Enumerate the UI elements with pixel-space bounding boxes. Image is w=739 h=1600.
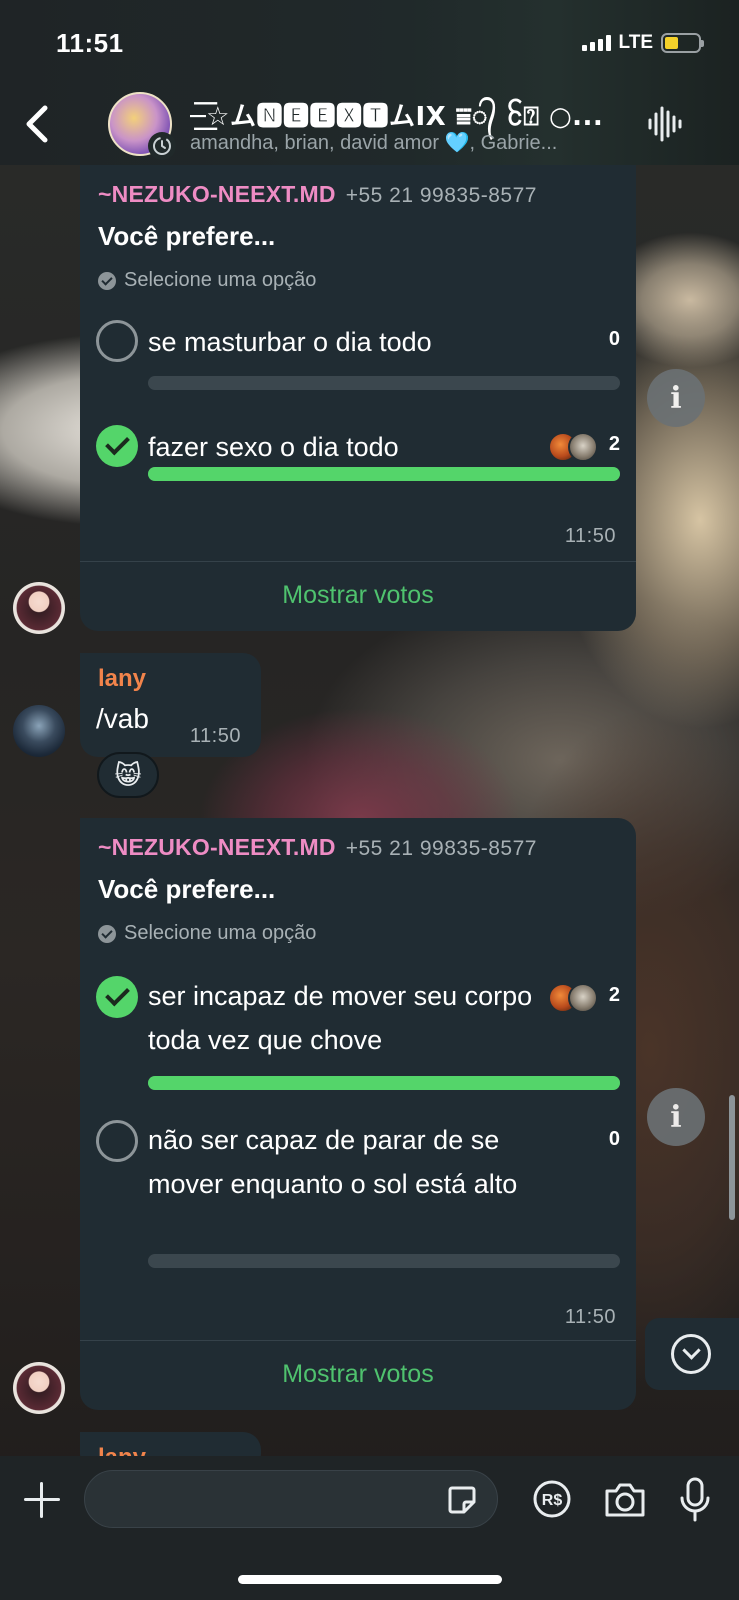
text-message: lany /vab 11:50: [80, 653, 261, 757]
sticker-icon[interactable]: [446, 1484, 478, 1516]
scroll-to-bottom-button[interactable]: [645, 1318, 739, 1390]
status-indicators: LTE: [581, 32, 704, 54]
group-avatar[interactable]: [108, 92, 176, 160]
info-icon: i: [670, 1099, 682, 1135]
poll-question: Você prefere...: [98, 221, 276, 251]
poll-option-count: 0: [608, 328, 620, 350]
sender-avatar[interactable]: [13, 705, 65, 757]
poll-sender-line: ~NEZUKO-NEEXT.MD +55 21 99835-8577: [98, 181, 537, 208]
poll-hint: Selecione uma opção: [98, 269, 316, 292]
poll-question: Você prefere...: [98, 874, 276, 904]
battery-icon: [661, 33, 704, 53]
show-votes-button[interactable]: Mostrar votos: [80, 1360, 636, 1389]
poll-voters: [548, 983, 598, 1013]
network-label: LTE: [618, 32, 653, 53]
voter-avatar: [568, 983, 598, 1013]
poll-option[interactable]: ser incapaz de mover seu corpo toda vez …: [96, 976, 620, 1090]
home-indicator: [238, 1575, 502, 1584]
poll-sender[interactable]: ~NEZUKO-NEEXT.MD: [98, 181, 336, 207]
poll-option-text: se masturbar o dia todo: [148, 327, 432, 357]
poll-sender-line: ~NEZUKO-NEEXT.MD +55 21 99835-8577: [98, 834, 537, 861]
radio-button[interactable]: [96, 320, 138, 362]
status-time: 11:51: [56, 28, 124, 58]
message-input[interactable]: [84, 1470, 498, 1528]
poll-hint-text: Selecione uma opção: [124, 922, 317, 944]
poll-message: ~NEZUKO-NEEXT.MD +55 21 99835-8577 Você p…: [80, 818, 636, 1410]
voice-chat-button[interactable]: [647, 104, 683, 144]
pix-payment-icon[interactable]: R$: [532, 1479, 572, 1519]
poll-option-text: ser incapaz de mover seu corpo toda vez …: [148, 981, 533, 1055]
sender-avatar[interactable]: [13, 582, 65, 634]
voice-waveform-icon: [648, 106, 682, 142]
check-circle-icon[interactable]: [96, 976, 138, 1018]
poll-sender-phone: +55 21 99835-8577: [345, 184, 537, 207]
chat-header: 11:51 LTE ─͟͞☆ム🅽🅴🅴🆇🆃ムIX ⩸᭄ ᩰ⍰ ○... amand…: [0, 0, 739, 165]
poll-option[interactable]: não ser capaz de parar de se mover enqua…: [96, 1120, 620, 1268]
info-button[interactable]: i: [647, 1088, 705, 1146]
poll-option-count: 0: [608, 1128, 620, 1150]
signal-icon: [581, 35, 611, 51]
divider: [80, 561, 636, 562]
info-button[interactable]: i: [647, 369, 705, 427]
message-reaction[interactable]: 😸: [97, 752, 159, 798]
poll-option-text: fazer sexo o dia todo: [148, 432, 399, 462]
poll-option-text: não ser capaz de parar de se mover enqua…: [148, 1125, 518, 1199]
show-votes-button[interactable]: Mostrar votos: [80, 581, 636, 610]
info-icon: i: [670, 380, 682, 416]
message-sender[interactable]: lany: [98, 665, 146, 693]
message-time: 11:50: [189, 725, 241, 747]
poll-sender[interactable]: ~NEZUKO-NEEXT.MD: [98, 834, 336, 860]
poll-option-bar: [148, 1254, 620, 1268]
poll-sender-phone: +55 21 99835-8577: [345, 837, 537, 860]
microphone-icon[interactable]: [679, 1476, 711, 1524]
poll-option-bar: [148, 376, 620, 390]
check-circle-icon: [98, 271, 116, 290]
poll-hint: Selecione uma opção: [98, 922, 316, 945]
poll-message: ~NEZUKO-NEEXT.MD +55 21 99835-8577 Você p…: [80, 165, 636, 631]
group-members[interactable]: amandha, brian, david amor 🩵, Gabrie...: [190, 130, 620, 155]
plus-icon[interactable]: [22, 1480, 62, 1520]
sender-avatar[interactable]: [13, 1362, 65, 1414]
poll-option[interactable]: se masturbar o dia todo 0: [96, 320, 620, 390]
poll-option-bar: [148, 467, 620, 481]
scrollbar[interactable]: [729, 1095, 735, 1220]
message-time: 11:50: [564, 1306, 616, 1328]
camera-icon[interactable]: [603, 1481, 647, 1519]
voter-avatar: [568, 432, 598, 462]
poll-option[interactable]: fazer sexo o dia todo 2: [96, 425, 620, 495]
message-time: 11:50: [564, 525, 616, 547]
divider: [80, 1340, 636, 1341]
check-circle-icon: [98, 924, 116, 943]
back-button[interactable]: [18, 102, 54, 146]
poll-option-bar: [148, 1076, 620, 1090]
back-chevron-icon: [26, 105, 48, 143]
poll-option-count: 2: [608, 984, 620, 1006]
disappearing-messages-icon: [148, 132, 176, 160]
poll-hint-text: Selecione uma opção: [124, 269, 317, 291]
input-bar: R$: [0, 1456, 739, 1600]
check-circle-icon[interactable]: [96, 425, 138, 467]
poll-option-count: 2: [608, 433, 620, 455]
message-text: /vab: [96, 703, 149, 734]
svg-text:R$: R$: [542, 1492, 563, 1509]
chevron-down-icon: [671, 1334, 711, 1374]
poll-voters: [548, 432, 598, 462]
radio-button[interactable]: [96, 1120, 138, 1162]
